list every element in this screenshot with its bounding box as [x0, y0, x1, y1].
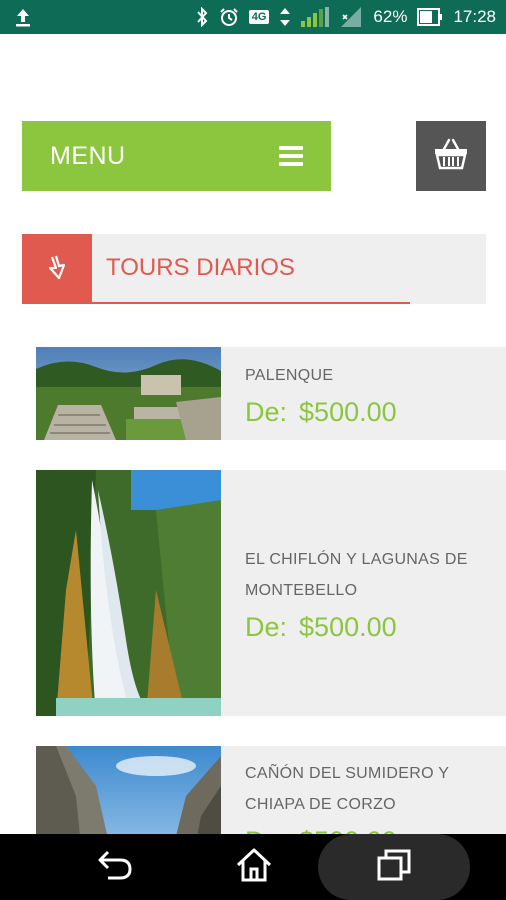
basket-icon: [433, 136, 469, 177]
arrow-down-icon: [42, 252, 72, 287]
tour-price-label: De:: [245, 611, 288, 642]
signal-secondary-icon: [341, 7, 363, 27]
menu-label: MENU: [50, 141, 126, 170]
tour-card[interactable]: PALENQUE De: $500.00: [36, 347, 506, 440]
section-header: TOURS DIARIOS: [22, 234, 486, 304]
tour-image-palenque: [36, 347, 221, 440]
hamburger-icon: [279, 146, 303, 166]
tour-name: CAÑÓN DEL SUMIDERO Y CHIAPA DE CORZO: [245, 765, 449, 813]
network-type-badge: 4G: [248, 10, 270, 24]
section-icon-box: [22, 234, 92, 304]
recents-button[interactable]: [366, 834, 422, 900]
home-icon: [235, 847, 273, 888]
app-screen: 4G 62% 17:28 MENU TOURS DIARIOS PALENQUE…: [0, 0, 506, 900]
alarm-icon: [219, 7, 239, 27]
tour-name: PALENQUE: [245, 366, 334, 384]
section-underline: [22, 302, 410, 304]
status-time: 17:28: [453, 7, 496, 26]
signal-icon: [301, 7, 331, 27]
section-title: TOURS DIARIOS: [106, 254, 295, 281]
battery-percent: 62%: [373, 7, 408, 26]
cart-button[interactable]: [416, 121, 486, 191]
battery-icon: [417, 8, 443, 26]
tour-price-label: De:: [245, 396, 288, 427]
upload-icon: [14, 7, 32, 27]
tour-price-value: $500.00: [299, 611, 397, 642]
tour-price-value: $500.00: [299, 396, 397, 427]
tour-image-chiflon: [36, 470, 221, 716]
data-transfer-icon: [279, 7, 291, 27]
tour-name: EL CHIFLÓN Y LAGUNAS DE MONTEBELLO: [245, 550, 468, 599]
recents-icon: [376, 848, 412, 887]
back-button[interactable]: [88, 834, 144, 900]
bluetooth-icon: [195, 7, 209, 27]
tour-price: De: $500.00: [245, 397, 506, 428]
menu-button[interactable]: MENU: [22, 121, 331, 191]
home-button[interactable]: [226, 834, 282, 900]
tour-price: De: $500.00: [245, 612, 506, 643]
status-bar: 4G 62% 17:28: [0, 0, 506, 34]
tour-card[interactable]: EL CHIFLÓN Y LAGUNAS DE MONTEBELLO De: $5…: [36, 470, 506, 716]
tour-info: EL CHIFLÓN Y LAGUNAS DE MONTEBELLO De: $5…: [221, 470, 506, 716]
tour-info: PALENQUE De: $500.00: [221, 347, 506, 440]
back-icon: [96, 848, 136, 887]
